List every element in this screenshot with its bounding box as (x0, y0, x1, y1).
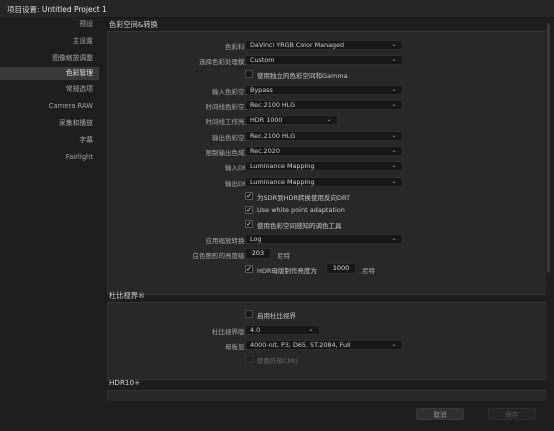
window-title-prefix: 项目设置: (7, 5, 40, 14)
section-title-dolby: 杜比视界® (109, 291, 145, 300)
chevron-down-icon: ⌄ (308, 326, 314, 333)
sidebar-item-general-options[interactable]: 常规选项 (0, 83, 99, 96)
inverse-drt-label: 为SDR到HDR转换使用反向DRT (257, 194, 351, 202)
input-color-space-dropdown[interactable]: Bypass ⌄ (245, 85, 403, 95)
graphics-white-label: 白色图形的亮度级别 (192, 252, 252, 260)
limit-gamut-value: Rec.2020 (250, 147, 280, 155)
processing-mode-label: 选择色彩处理模式 (199, 58, 251, 66)
hdr-mastering-checkbox[interactable]: ✓ (245, 265, 253, 273)
title-bar: 项目设置: Untitled Project 1 (0, 0, 554, 18)
timeline-luminance-value: HDR 1000 (250, 116, 283, 124)
sidebar-item-master-settings[interactable]: 主设置 (0, 35, 99, 48)
processing-mode-value: Custom (250, 56, 275, 64)
input-drt-value: Luminance Mapping (250, 162, 315, 170)
output-color-space-value: Rec.2100 HLG (250, 132, 296, 140)
chevron-down-icon: ⌄ (326, 116, 332, 123)
timeline-color-space-value: Rec.2100 HLG (250, 101, 296, 109)
chevron-down-icon: ⌄ (391, 235, 397, 242)
hdr-mastering-input[interactable]: 1000 (326, 263, 356, 274)
sidebar-item-camera-raw[interactable]: Camera RAW (0, 100, 99, 113)
chevron-down-icon: ⌄ (391, 147, 397, 154)
section-title-color-space: 色彩空间&转换 (109, 20, 158, 29)
chevron-down-icon: ⌄ (391, 162, 397, 169)
scrollbar-thumb[interactable] (547, 23, 550, 273)
project-name: Untitled Project 1 (41, 5, 107, 14)
separate-gamma-label: 使用独立的色彩空间和Gamma (257, 72, 348, 80)
settings-content: 色彩空间&转换 色彩科学 DaVinci YRGB Color Managed … (103, 17, 549, 431)
external-cmu-label: 使用外部CMU (257, 357, 298, 365)
dolby-version-value: 4.0 (250, 326, 261, 334)
chevron-down-icon: ⌄ (391, 56, 397, 63)
graphics-white-unit: 尼特 (277, 252, 290, 260)
limit-gamut-dropdown[interactable]: Rec.2020 ⌄ (245, 146, 403, 156)
external-cmu-checkbox[interactable] (245, 355, 253, 363)
save-button[interactable]: 保存 (488, 408, 536, 420)
color-space-panel: 色彩科学 DaVinci YRGB Color Managed ⌄ 选择色彩处理… (107, 31, 549, 295)
input-color-space-value: Bypass (250, 86, 273, 94)
hdr-mastering-unit: 尼特 (362, 267, 375, 275)
window-title: 项目设置: Untitled Project 1 (7, 4, 107, 15)
processing-mode-dropdown[interactable]: Custom ⌄ (245, 55, 403, 65)
separate-gamma-checkbox[interactable] (245, 70, 253, 78)
sidebar-item-presets[interactable]: 预设 (0, 18, 99, 31)
timeline-color-space-dropdown[interactable]: Rec.2100 HLG ⌄ (245, 100, 403, 110)
apply-resize-dropdown[interactable]: Log ⌄ (245, 234, 403, 244)
settings-sidebar: 预设 主设置 图像缩放调整 色彩管理 常规选项 Camera RAW 采集和播放… (0, 17, 103, 431)
sidebar-item-image-scaling[interactable]: 图像缩放调整 (0, 52, 99, 65)
dolby-panel: 启用杜比视界 杜比视界版本 4.0 ⌄ 母板显示 4000-nit, P3, D… (107, 302, 549, 380)
color-science-dropdown[interactable]: DaVinci YRGB Color Managed ⌄ (245, 40, 403, 50)
master-display-dropdown[interactable]: 4000-nit, P3, D65, ST.2084, Full ⌄ (245, 340, 403, 350)
section-title-hdr10: HDR10+ (109, 378, 141, 387)
output-drt-value: Luminance Mapping (250, 178, 315, 186)
white-point-label: Use white point adaptation (257, 206, 345, 214)
sidebar-item-color-management[interactable]: 色彩管理 (0, 67, 99, 80)
graphics-white-input[interactable]: 203 (245, 248, 271, 259)
chevron-down-icon: ⌄ (391, 178, 397, 185)
sidebar-item-fairlight[interactable]: Fairlight (0, 151, 99, 164)
output-drt-dropdown[interactable]: Luminance Mapping ⌄ (245, 177, 403, 187)
master-display-value: 4000-nit, P3, D65, ST.2084, Full (250, 341, 351, 349)
white-point-checkbox[interactable]: ✓ (245, 206, 253, 214)
dolby-enable-checkbox[interactable] (245, 310, 253, 318)
sidebar-item-subtitles[interactable]: 字幕 (0, 134, 99, 147)
color-science-value: DaVinci YRGB Color Managed (250, 41, 345, 49)
chevron-down-icon: ⌄ (391, 86, 397, 93)
cancel-button[interactable]: 取消 (416, 408, 464, 420)
hdr10-panel (107, 390, 549, 401)
scrollbar[interactable] (546, 17, 551, 417)
chevron-down-icon: ⌄ (391, 101, 397, 108)
timeline-luminance-dropdown[interactable]: HDR 1000 ⌄ (245, 115, 338, 125)
dolby-version-dropdown[interactable]: 4.0 ⌄ (245, 325, 320, 335)
apply-resize-value: Log (250, 235, 262, 243)
color-aware-tools-label: 使用色彩空间感知的调色工具 (257, 222, 342, 230)
output-color-space-dropdown[interactable]: Rec.2100 HLG ⌄ (245, 131, 403, 141)
chevron-down-icon: ⌄ (391, 132, 397, 139)
chevron-down-icon: ⌄ (391, 341, 397, 348)
dolby-enable-label: 启用杜比视界 (257, 312, 296, 320)
hdr-mastering-label: HDR母版制作亮度为 (257, 267, 317, 275)
sidebar-item-capture-playback[interactable]: 采集和播放 (0, 117, 99, 130)
input-drt-dropdown[interactable]: Luminance Mapping ⌄ (245, 161, 403, 171)
inverse-drt-checkbox[interactable]: ✓ (245, 192, 253, 200)
color-aware-tools-checkbox[interactable]: ✓ (245, 220, 253, 228)
chevron-down-icon: ⌄ (391, 41, 397, 48)
